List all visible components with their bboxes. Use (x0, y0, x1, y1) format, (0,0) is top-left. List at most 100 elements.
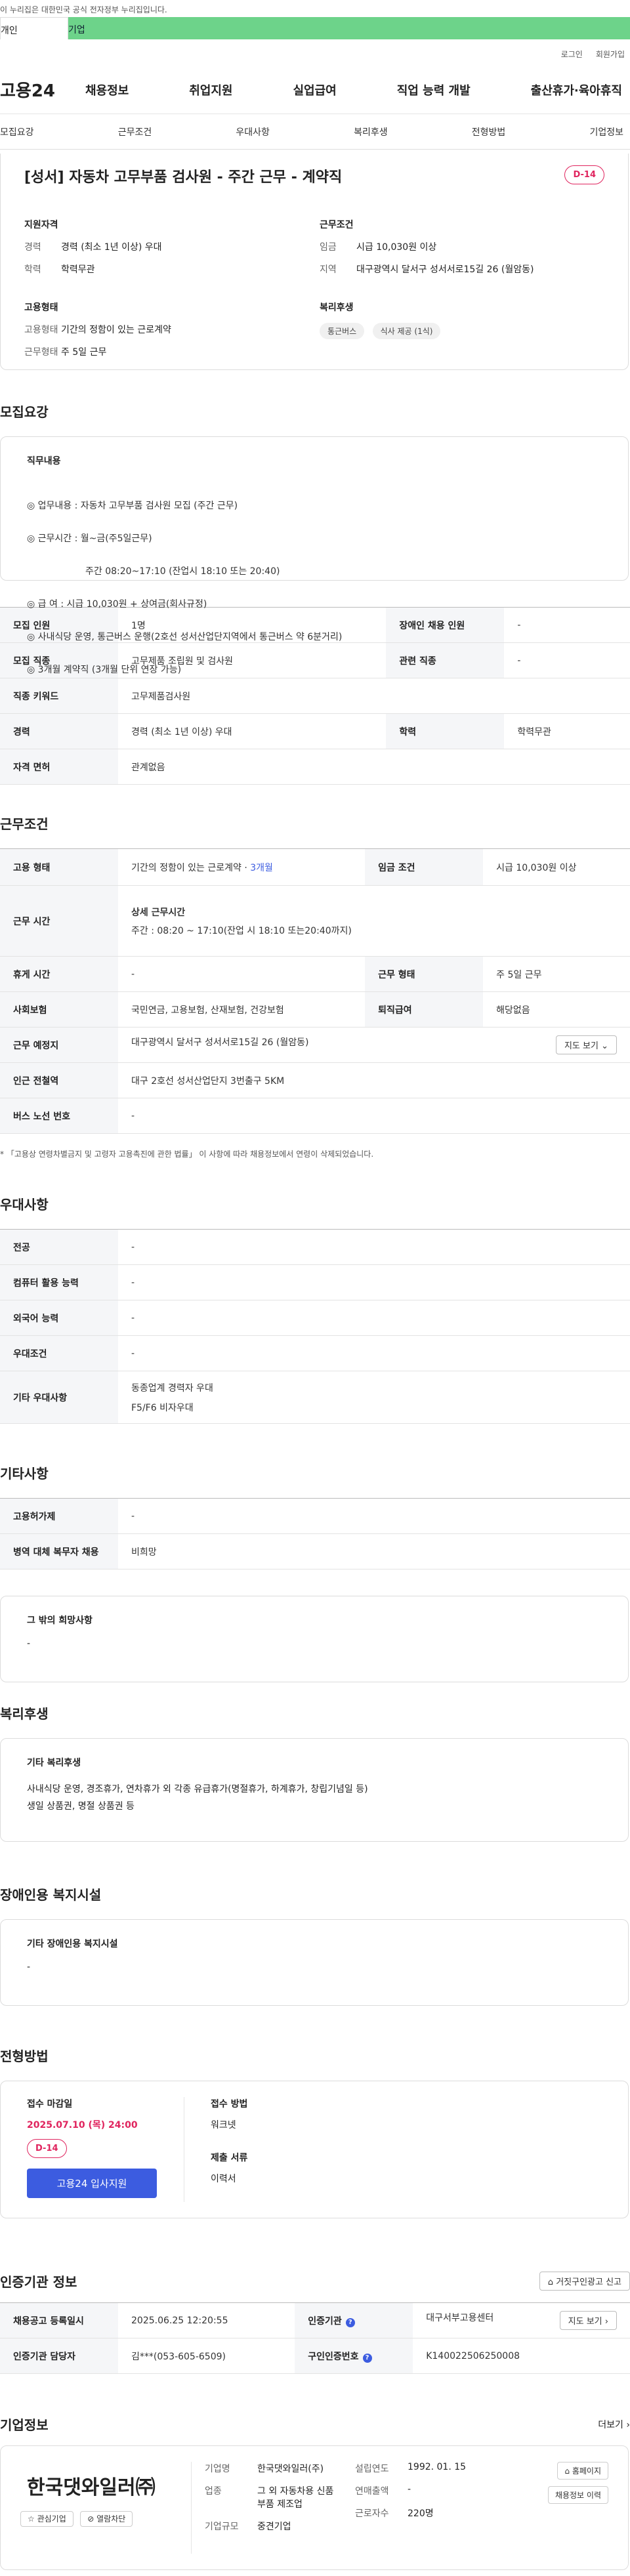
other-title: 기타사항 (0, 1466, 49, 1482)
welfare-line: 사내식당 운영, 경조휴가, 연차휴가 외 각종 유급휴가(명절휴가, 하계휴가… (27, 1784, 368, 1795)
work-title: 근무조건 (0, 816, 49, 832)
hope-title: 그 밖의 희망사항 (27, 1615, 93, 1626)
job-title: [성서] 자동차 고무부품 검사원 - 주간 근무 - 계약직 (24, 169, 343, 186)
age-note: * 「고용상 연령차별금지 및 고령자 고용촉진에 관한 법률」 이 사항에 따… (0, 1150, 374, 1159)
tab-individual[interactable]: 개인 (0, 17, 68, 39)
cond-value: 시급 10,030원 이상 (356, 242, 437, 253)
chevron-down-icon: ⌄ (601, 1041, 608, 1051)
pref-etc-line: 동종업계 경력자 우대 (131, 1382, 213, 1394)
apply-section: 전형방법 접수 마감일 2025.07.10 (목) 24:00 D-14 고용… (0, 2046, 630, 2218)
table-row: 인증기관 담당자 김***(053-605-6509) 구인인증번호? K1400… (0, 2338, 630, 2374)
recruit-title: 모집요강 (0, 404, 49, 420)
tab-company[interactable]: 기업 (68, 17, 630, 39)
table-row: 버스 노선 번호 - (0, 1098, 630, 1134)
disabled-box-title: 기타 장애인용 복지시설 (27, 1939, 118, 1949)
job-summary-card: [성서] 자동차 고무부품 검사원 - 주간 근무 - 계약직 D-14 지원자… (0, 154, 629, 370)
table-row: 사회보험 국민연금, 고용보험, 산재보험, 건강보험 퇴직급여 해당없음 (0, 991, 630, 1028)
pref-section: 우대사항 전공 - 컴퓨터 활용 능력 - 외국어 능력 - 우대조건 - 기타 우대사… (0, 1194, 630, 1424)
pref-title: 우대사항 (0, 1197, 49, 1213)
fav-company-button[interactable]: ☆ 관심기업 (20, 2511, 74, 2527)
map-button[interactable]: 지도 보기 ⌄ (555, 1035, 617, 1054)
info-icon[interactable]: ? (345, 2317, 355, 2327)
cond-label: 지역 (320, 264, 337, 275)
disabled-section: 장애인용 복지시설 기타 장애인용 복지시설 - (0, 1884, 630, 2006)
emp-title: 고용형태 (24, 302, 58, 313)
method-label: 접수 방법 (211, 2099, 248, 2109)
homepage-button[interactable]: ⌂ 홈페이지 (557, 2462, 608, 2480)
menu-employment-support[interactable]: 취업지원 (189, 81, 232, 98)
agency-section: 인증기관 정보 ⌂ 거짓구인광고 신고 채용공고 등록일시 2025.06.25 … (0, 2272, 630, 2374)
dday-badge: D-14 (564, 165, 604, 184)
method-value: 워크넷 (211, 2120, 236, 2130)
gov-notice: 이 누리집은 대한민국 공식 전자정부 누리집입니다. (0, 0, 630, 17)
hours-subtitle: 상세 근무시간 (131, 907, 186, 918)
anchor-welfare[interactable]: 복리후생 (354, 125, 388, 138)
anchor-company[interactable]: 기업정보 (589, 125, 623, 138)
menu-jobs[interactable]: 채용정보 (85, 81, 129, 98)
table-row: 전공 - (0, 1229, 630, 1265)
agency-table: 채용공고 등록일시 2025.06.25 12:20:55 인증기관? 대구서부고… (0, 2302, 630, 2374)
table-row: 컴퓨터 활용 능력 - (0, 1264, 630, 1300)
cond-title: 근무조건 (320, 220, 354, 230)
block-icon: ⊘ (87, 2514, 94, 2524)
table-row: 고용허가제 - (0, 1498, 630, 1534)
block-company-button[interactable]: ⊘ 열람차단 (80, 2511, 133, 2527)
menu-parental-leave[interactable]: 출산휴가·육아휴직 (531, 81, 622, 98)
anchor-apply[interactable]: 전형방법 (472, 125, 506, 138)
company-section: 기업정보 더보기 › 한국댓와일러㈜ ☆ 관심기업 ⊘ 열람차단 기업명 한국댓와… (0, 2415, 630, 2570)
site-logo[interactable]: 고용24 (0, 77, 85, 102)
table-row: 휴게 시간 - 근무 형태 주 5일 근무 (0, 956, 630, 992)
home-icon: ⌂ (564, 2466, 570, 2476)
hope-value: - (27, 1638, 31, 1649)
duty-line: 주간 08:20~17:10 (잔업시 18:10 또는 20:40) (27, 566, 280, 577)
hope-box: 그 밖의 희망사항 - (0, 1596, 629, 1682)
disabled-box: 기타 장애인용 복지시설 - (0, 1919, 629, 2006)
table-row: 경력 경력 (최소 1년 이상) 우대 학력 학력무관 (0, 713, 630, 749)
recruit-section: 모집요강 직무내용 ◎ 업무내용 : 자동차 고무부품 검사원 모집 (주간 근… (0, 402, 630, 785)
history-button[interactable]: 채용정보 이력 (547, 2486, 608, 2504)
hours-value: 주간 : 08:20 ~ 17:10(잔업 시 18:10 또는20:40까지) (131, 925, 352, 936)
agency-map-button[interactable]: 지도 보기 › (559, 2311, 617, 2330)
welfare-title: 복리후생 (320, 302, 354, 313)
welfare-section: 복리후생 기타 복리후생 사내식당 운영, 경조휴가, 연차휴가 외 각종 유급… (0, 1703, 630, 1842)
contract-months: 3개월 (250, 862, 273, 873)
apply-title: 전형방법 (0, 2048, 49, 2064)
apply-box: 접수 마감일 2025.07.10 (목) 24:00 D-14 고용24 입사… (0, 2081, 629, 2218)
deadline-value: 2025.07.10 (목) 24:00 (27, 2120, 138, 2130)
emp-value: 기간의 정함이 있는 근로계약 (61, 325, 171, 335)
more-link[interactable]: 더보기 › (598, 2418, 630, 2431)
docs-label: 제출 서류 (211, 2153, 248, 2163)
table-row: 병역 대체 복무자 채용 비희망 (0, 1533, 630, 1569)
qual-title: 지원자격 (24, 220, 58, 230)
welfare-section-title: 복리후생 (0, 1706, 49, 1722)
other-section: 기타사항 고용허가제 - 병역 대체 복무자 채용 비희망 그 밖의 희망사항 - (0, 1463, 630, 1682)
disabled-value: - (27, 1962, 31, 1972)
info-icon[interactable]: ? (362, 2353, 372, 2363)
duty-line: ◎ 업무내용 : 자동차 고무부품 검사원 모집 (주간 근무) (27, 501, 238, 511)
menu-vocational-training[interactable]: 직업 능력 개발 (397, 81, 471, 98)
welfare-box-title: 기타 복리후생 (27, 1758, 81, 1768)
table-row: 기타 우대사항 동종업계 경력자 우대 F5/F6 비자우대 (0, 1371, 630, 1424)
anchor-recruit[interactable]: 모집요강 (0, 125, 34, 138)
qual-value: 학력무관 (61, 264, 95, 275)
pref-table: 전공 - 컴퓨터 활용 능력 - 외국어 능력 - 우대조건 - 기타 우대사항 동종업… (0, 1229, 630, 1424)
work-table: 고용 형태 기간의 정함이 있는 근로계약 · 3개월 임금 조건 시급 10,… (0, 848, 630, 1134)
menu-unemployment-benefit[interactable]: 실업급여 (293, 81, 337, 98)
pref-etc-line: F5/F6 비자우대 (131, 1402, 194, 1413)
dday-badge: D-14 (27, 2139, 67, 2158)
emp-type-value: 기간의 정함이 있는 근로계약 · (131, 862, 251, 873)
anchor-work[interactable]: 근무조건 (118, 125, 152, 138)
signup-link[interactable]: 회원가입 (596, 49, 625, 66)
table-row: 자격 면허 관계없음 (0, 749, 630, 785)
anchor-pref[interactable]: 우대사항 (236, 125, 270, 138)
company-title: 기업정보 (0, 2417, 49, 2433)
emp-value: 주 5일 근무 (61, 347, 107, 358)
qual-label: 학력 (24, 264, 41, 275)
main-menu: 채용정보 취업지원 실업급여 직업 능력 개발 출산휴가·육아휴직 (85, 81, 630, 98)
login-link[interactable]: 로그인 (561, 49, 583, 66)
apply-button[interactable]: 고용24 입사지원 (27, 2169, 157, 2198)
qual-label: 경력 (24, 242, 41, 253)
qual-value: 경력 (최소 1년 이상) 우대 (61, 242, 162, 253)
table-row: 근무 예정지 대구광역시 달서구 성서서로15길 26 (월암동) 지도 보기 … (0, 1027, 630, 1063)
report-button[interactable]: ⌂ 거짓구인광고 신고 (539, 2272, 630, 2291)
